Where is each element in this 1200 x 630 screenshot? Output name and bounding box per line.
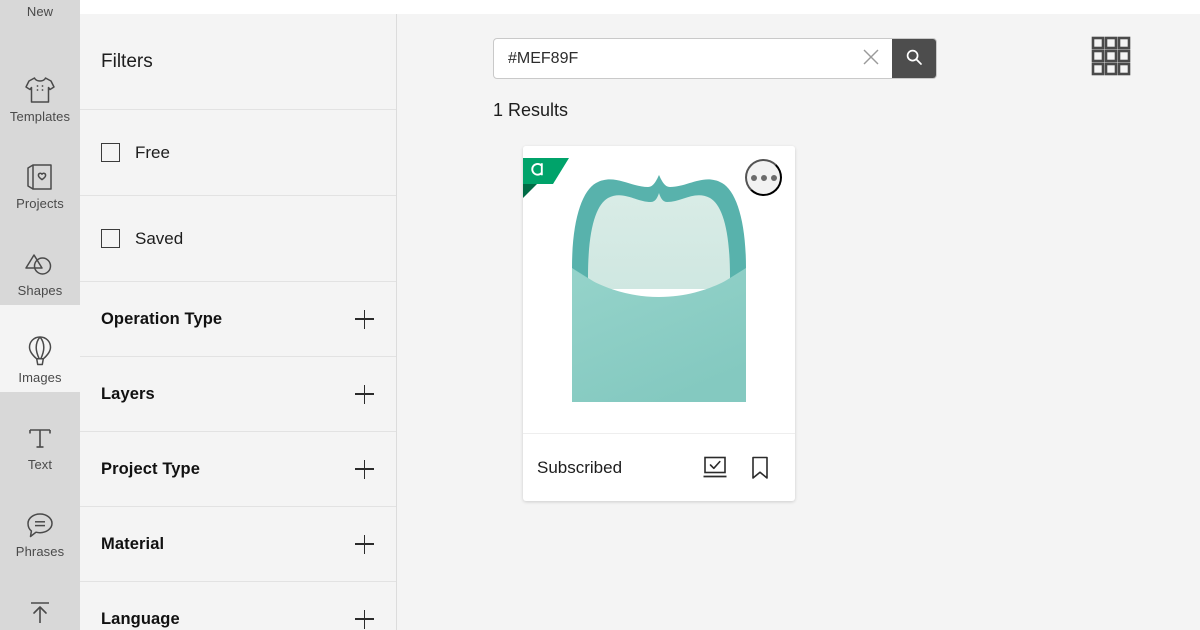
cut-machine-icon[interactable] [701,455,729,481]
sidebar-item-label: Templates [9,109,71,124]
more-dots-icon [750,174,757,181]
sidebar-item-label: Shapes [17,283,63,298]
left-nav-rail: New Templates Projects Shapes Images Tex… [0,0,80,630]
filter-group-material[interactable]: Material [80,507,396,582]
sidebar-item-label: Text [27,457,53,472]
filter-checkbox-label: Free [135,142,170,162]
sidebar-item-templates[interactable]: Templates [0,44,80,131]
card-footer: Subscribed [523,434,795,501]
filter-group-project-type[interactable]: Project Type [80,432,396,507]
card-menu-button[interactable] [745,159,782,196]
sidebar-item-new[interactable]: New [0,0,80,44]
sidebar-item-text[interactable]: Text [0,392,80,479]
sidebar-item-label: New [26,4,54,19]
sidebar-item-label: Images [18,370,62,385]
filters-panel: Filters Free Saved Operation Type Layers… [80,14,397,630]
shapes-icon [23,245,57,283]
filter-group-label: Material [101,534,165,553]
card-actions [701,455,771,481]
grid-view-toggle[interactable] [1090,35,1132,82]
envelope-illustration [566,165,752,414]
tshirt-icon [23,71,57,109]
plus-icon[interactable] [355,609,374,629]
sidebar-item-phrases[interactable]: Phrases [0,479,80,566]
checkbox-icon[interactable] [101,229,120,248]
search-icon [905,48,923,69]
card-heart-icon [25,158,55,196]
speech-bubble-icon [24,506,56,544]
filter-group-label: Project Type [101,459,201,478]
more-dots-icon [770,174,777,181]
access-a-icon [523,154,571,209]
filter-group-language[interactable]: Language [80,582,396,630]
sidebar-item-projects[interactable]: Projects [0,131,80,218]
results-count: 1 Results [493,100,569,120]
plus-icon[interactable] [355,534,374,554]
filter-checkbox-saved[interactable]: Saved [80,196,396,282]
search-toolbar [397,14,1200,103]
main-content: 1 Results [397,14,1200,630]
filter-group-label: Operation Type [101,309,223,328]
result-card[interactable]: Subscribed [523,146,795,501]
search-bar [493,38,937,79]
filter-group-operation-type[interactable]: Operation Type [80,282,396,357]
search-submit-button[interactable] [892,39,936,78]
filters-title: Filters [101,50,153,72]
clear-search-button[interactable] [850,39,892,78]
filter-checkbox-free[interactable]: Free [80,110,396,196]
plus-icon[interactable] [355,384,374,404]
plus-icon[interactable] [355,309,374,329]
sidebar-item-upload[interactable]: Upload [0,566,80,630]
card-image[interactable] [523,146,795,434]
card-title: Subscribed [537,457,623,477]
checkbox-icon[interactable] [101,143,120,162]
sidebar-item-shapes[interactable]: Shapes [0,218,80,305]
close-x-icon [860,46,882,71]
sidebar-item-images[interactable]: Images [0,305,80,392]
app-root: New Templates Projects Shapes Images Tex… [0,0,1200,630]
filter-group-layers[interactable]: Layers [80,357,396,432]
grid-view-icon [1090,35,1132,82]
bookmark-icon[interactable] [749,455,771,481]
more-dots-icon [760,174,767,181]
filters-header: Filters [80,14,396,110]
text-t-icon [26,419,54,457]
upload-arrow-icon [26,593,54,630]
filter-group-label: Language [101,609,180,628]
sidebar-item-label: Projects [16,196,64,211]
search-input[interactable] [494,39,850,78]
plus-icon[interactable] [355,459,374,479]
filter-checkbox-label: Saved [135,228,184,248]
balloon-icon [26,332,54,370]
top-white-strip [80,0,1200,14]
results-grid: Subscribed [397,146,1200,501]
filter-group-label: Layers [101,384,155,403]
sidebar-item-label: Phrases [15,544,65,559]
